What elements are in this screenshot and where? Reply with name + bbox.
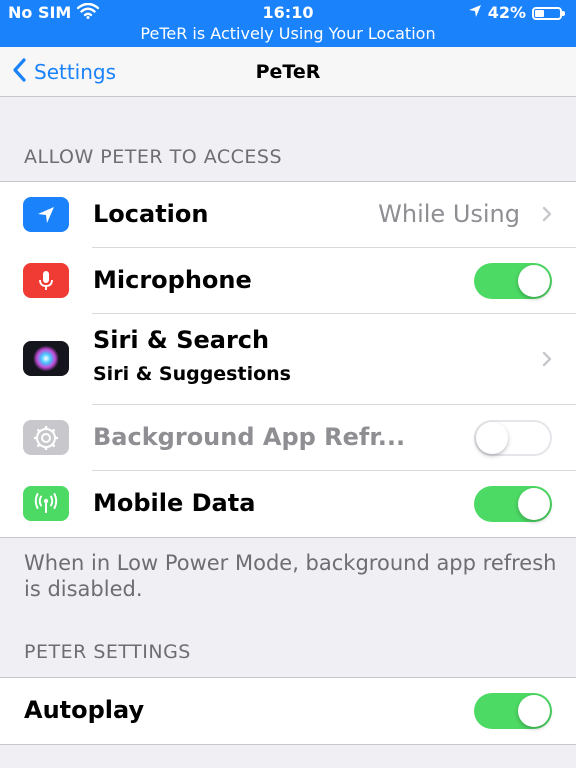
chevron-right-icon	[542, 206, 552, 226]
autoplay-toggle[interactable]	[474, 693, 552, 729]
back-button-label: Settings	[34, 60, 117, 84]
low-power-footer-note: When in Low Power Mode, background app r…	[24, 551, 557, 601]
location-arrow-icon	[23, 197, 69, 232]
mobile-data-row: Mobile Data	[0, 471, 576, 537]
navigation-bar: PeTeR Settings	[0, 47, 576, 97]
back-button[interactable]: Settings	[12, 47, 116, 97]
status-right-group: 42%	[468, 3, 565, 23]
siri-sublabel: Siri & Suggestions	[93, 363, 291, 385]
siri-icon	[23, 341, 69, 376]
gear-icon	[23, 420, 69, 455]
background-refresh-row: Background App Refr...	[0, 405, 576, 471]
location-banner[interactable]: PeTeR is Actively Using Your Location	[0, 24, 576, 44]
mobile-data-toggle[interactable]	[474, 486, 552, 522]
peter-settings-group: Autoplay	[0, 677, 576, 745]
location-row[interactable]: Location While Using	[0, 182, 576, 248]
antenna-icon	[23, 486, 69, 521]
battery-percent: 42%	[487, 3, 526, 22]
siri-search-row[interactable]: Siri & Search Siri & Suggestions	[0, 314, 576, 405]
status-bar: No SIM 16:10 42% PeTeR is Actively Using…	[0, 0, 576, 47]
access-group: Location While Using Microphone Siri & S…	[0, 181, 576, 538]
siri-label: Siri & Search	[93, 326, 270, 354]
section-header-peter-settings: PETER SETTINGS	[24, 641, 191, 663]
chevron-left-icon	[12, 57, 34, 87]
section-header-access: ALLOW PETER TO ACCESS	[24, 146, 283, 168]
microphone-toggle[interactable]	[474, 263, 552, 299]
location-value: While Using	[378, 200, 520, 228]
location-services-icon	[468, 3, 482, 23]
location-label: Location	[93, 200, 209, 228]
mobile-data-label: Mobile Data	[93, 489, 256, 517]
microphone-icon	[23, 263, 69, 298]
background-refresh-toggle	[474, 420, 552, 456]
autoplay-label: Autoplay	[24, 696, 145, 724]
chevron-right-icon	[542, 351, 552, 371]
microphone-label: Microphone	[93, 266, 252, 294]
background-refresh-label: Background App Refr...	[93, 423, 406, 451]
battery-icon	[532, 6, 565, 20]
autoplay-row: Autoplay	[0, 678, 576, 744]
microphone-row: Microphone	[0, 248, 576, 314]
